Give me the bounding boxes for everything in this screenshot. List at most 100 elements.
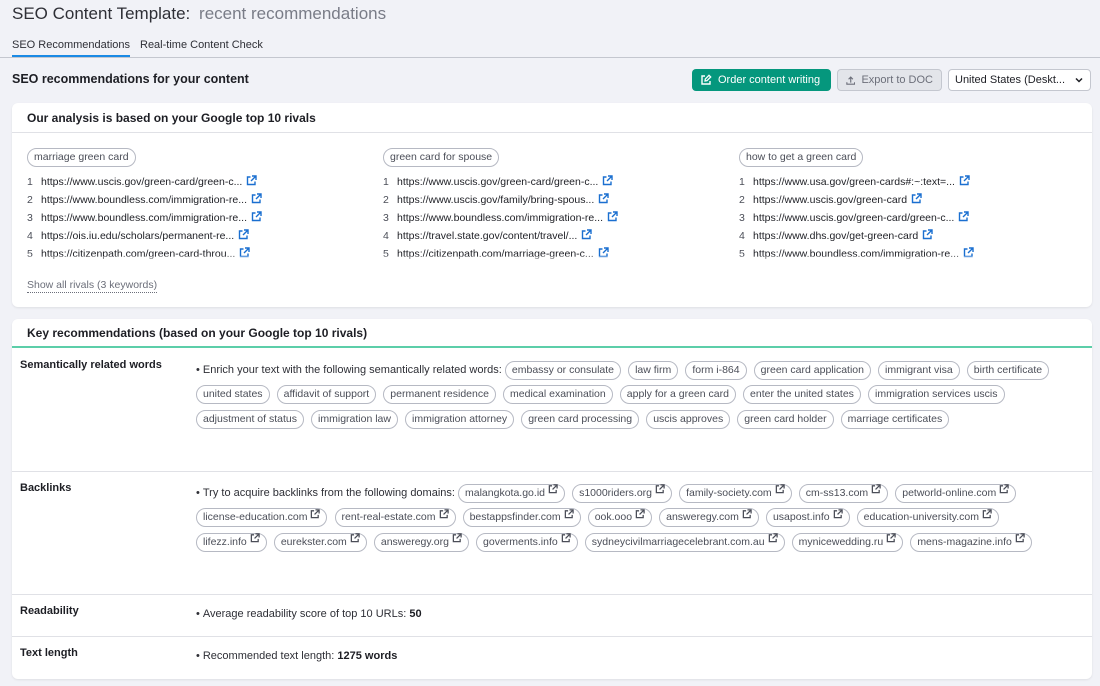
rival-url-list[interactable]: 1 https://www.usa.gov/green-cards#:~:text…: [739, 173, 1079, 263]
rival-url-list[interactable]: 1 https://www.uscis.gov/green-card/green-…: [383, 173, 723, 263]
backlink-domain-chip[interactable]: answeregy.org: [373, 532, 469, 552]
external-link-icon[interactable]: [310, 508, 321, 525]
semantic-word-chip[interactable]: embassy or consulate: [504, 360, 622, 380]
external-link-icon[interactable]: [833, 508, 843, 525]
external-link-icon[interactable]: [886, 532, 896, 549]
keyword-chip: green card for spouse: [383, 148, 500, 167]
backlink-domain-chip[interactable]: usapost.info: [765, 508, 850, 528]
keyword-chip: marriage green card: [27, 148, 136, 167]
rival-url-item: 2 https://www.uscis.gov/family/bring-spou…: [383, 191, 723, 209]
rival-url[interactable]: https://www.boundless.com/immigration-re…: [41, 212, 247, 224]
external-link-icon[interactable]: [250, 532, 260, 549]
show-all-rivals-link[interactable]: Show all rivals (3 keywords): [27, 279, 158, 293]
tab-seo-recommendations[interactable]: SEO Recommendations: [12, 38, 130, 57]
external-link-icon[interactable]: [1015, 532, 1025, 549]
semantic-word-chip[interactable]: law firm: [628, 360, 679, 380]
order-content-writing-button[interactable]: Order content writing: [692, 69, 831, 91]
external-link-icon[interactable]: [548, 483, 558, 500]
external-link-icon[interactable]: [982, 508, 992, 525]
rival-url[interactable]: https://ois.iu.edu/scholars/permanent-re…: [41, 230, 234, 242]
semantic-word-chip[interactable]: birth certificate: [966, 360, 1050, 380]
rival-url-item: 1 https://www.uscis.gov/green-card/green-…: [383, 173, 723, 191]
external-link-icon[interactable]: [564, 508, 574, 525]
external-link-icon[interactable]: [655, 483, 665, 500]
backlink-domain-chip[interactable]: mens-magazine.info: [910, 532, 1032, 552]
external-link-icon[interactable]: [635, 508, 645, 525]
semantic-word-chip[interactable]: medical examination: [503, 385, 613, 405]
readability-body: • Average readability score of top 10 URL…: [196, 602, 1076, 627]
semantic-word-chip[interactable]: immigration attorney: [405, 409, 515, 429]
backlink-domain-chip[interactable]: bestappsfinder.com: [462, 508, 581, 528]
semantic-word-chip[interactable]: green card processing: [521, 409, 640, 429]
rival-url-list[interactable]: 1 https://www.uscis.gov/green-card/green-…: [27, 173, 367, 263]
external-link-icon[interactable]: [922, 229, 933, 243]
external-link-icon[interactable]: [439, 508, 449, 525]
backlink-domain-chip[interactable]: rent-real-estate.com: [334, 508, 456, 528]
external-link-icon[interactable]: [958, 211, 970, 225]
rival-url[interactable]: https://travel.state.gov/content/travel/…: [397, 230, 577, 242]
external-link-icon[interactable]: [775, 483, 785, 500]
semantic-word-chip[interactable]: immigration services uscis: [867, 385, 1005, 405]
external-link-icon[interactable]: [959, 175, 970, 189]
external-link-icon[interactable]: [251, 211, 262, 225]
backlink-domain-chip[interactable]: sydneycivilmarriagecelebrant.com.au: [584, 532, 785, 552]
rival-url[interactable]: https://www.uscis.gov/green-card/green-c…: [397, 176, 598, 188]
backlink-domain-chip[interactable]: ook.ooo: [587, 508, 653, 528]
external-link-icon[interactable]: [350, 532, 360, 549]
external-link-icon[interactable]: [246, 175, 258, 189]
backlink-domain-chip[interactable]: family-society.com: [679, 483, 792, 503]
external-link-icon[interactable]: [871, 483, 881, 500]
semantic-word-chip[interactable]: form i-864: [685, 360, 747, 380]
external-link-icon[interactable]: [607, 211, 618, 225]
external-link-icon[interactable]: [238, 229, 249, 243]
rival-rank: 4: [739, 230, 745, 242]
semantic-word-chip[interactable]: uscis approves: [646, 409, 731, 429]
backlink-domain-chip[interactable]: education-university.com: [856, 508, 999, 528]
semantic-word-chip[interactable]: adjustment of status: [196, 409, 304, 429]
rival-url[interactable]: https://www.usa.gov/green-cards#:~:text=…: [753, 176, 955, 188]
semantic-word-chip[interactable]: immigrant visa: [878, 360, 960, 380]
external-link-icon[interactable]: [581, 229, 593, 243]
backlink-domain-chip[interactable]: malangkota.go.id: [458, 483, 565, 503]
semantic-word-chip[interactable]: enter the united states: [743, 385, 861, 405]
semantic-word-chip[interactable]: immigration law: [311, 409, 398, 429]
backlink-domain-chip[interactable]: answeregy.com: [659, 508, 759, 528]
export-to-doc-button[interactable]: Export to DOC: [837, 69, 942, 91]
external-link-icon[interactable]: [452, 532, 462, 549]
backlink-domain-chip[interactable]: license-education.com: [196, 508, 328, 528]
external-link-icon[interactable]: [911, 193, 922, 207]
semantic-word-chip[interactable]: affidavit of support: [276, 385, 377, 405]
external-link-icon[interactable]: [251, 193, 262, 207]
backlink-domain-chip[interactable]: s1000riders.org: [572, 483, 673, 503]
backlink-domain-chip[interactable]: lifezz.info: [196, 532, 267, 552]
backlink-domain-chip[interactable]: petworld-online.com: [895, 483, 1017, 503]
semantic-word-chip[interactable]: marriage certificates: [840, 409, 950, 429]
rivals-card-title: Our analysis is based on your Google top…: [12, 103, 1092, 133]
external-link-icon[interactable]: [602, 175, 614, 189]
external-link-icon[interactable]: [561, 532, 571, 549]
location-select[interactable]: United States (Deskt...: [948, 69, 1091, 91]
semantic-word-chip[interactable]: green card holder: [737, 409, 834, 429]
rival-url[interactable]: https://www.uscis.gov/green-card/green-c…: [753, 212, 954, 224]
external-link-icon[interactable]: [768, 532, 778, 549]
backlink-domain-chip[interactable]: goverments.info: [476, 532, 578, 552]
bullet: •: [196, 650, 200, 662]
rival-url-item: 3 https://www.boundless.com/immigration-r…: [383, 209, 723, 227]
rival-url[interactable]: https://www.boundless.com/immigration-re…: [41, 194, 247, 206]
backlink-domain-chip[interactable]: eurekster.com: [273, 532, 367, 552]
external-link-icon[interactable]: [742, 508, 752, 525]
rival-url[interactable]: https://www.uscis.gov/green-card/green-c…: [41, 176, 242, 188]
external-link-icon[interactable]: [999, 483, 1009, 500]
backlink-domain-chip[interactable]: mynicewedding.ru: [791, 532, 904, 552]
semantic-word-chip[interactable]: permanent residence: [383, 385, 496, 405]
rival-url[interactable]: https://www.boundless.com/immigration-re…: [397, 212, 603, 224]
backlink-domain-chip[interactable]: cm-ss13.com: [798, 483, 889, 503]
tab-realtime-content-check[interactable]: Real-time Content Check: [140, 38, 263, 52]
semantic-word-chip[interactable]: green card application: [753, 360, 871, 380]
semantic-word-chip[interactable]: apply for a green card: [619, 385, 736, 405]
rival-url[interactable]: https://www.uscis.gov/green-card: [753, 194, 907, 206]
external-link-icon[interactable]: [598, 193, 609, 207]
rival-url[interactable]: https://www.dhs.gov/get-green-card: [753, 230, 918, 242]
semantic-word-chip[interactable]: united states: [196, 385, 270, 405]
rival-url[interactable]: https://www.uscis.gov/family/bring-spous…: [397, 194, 594, 206]
